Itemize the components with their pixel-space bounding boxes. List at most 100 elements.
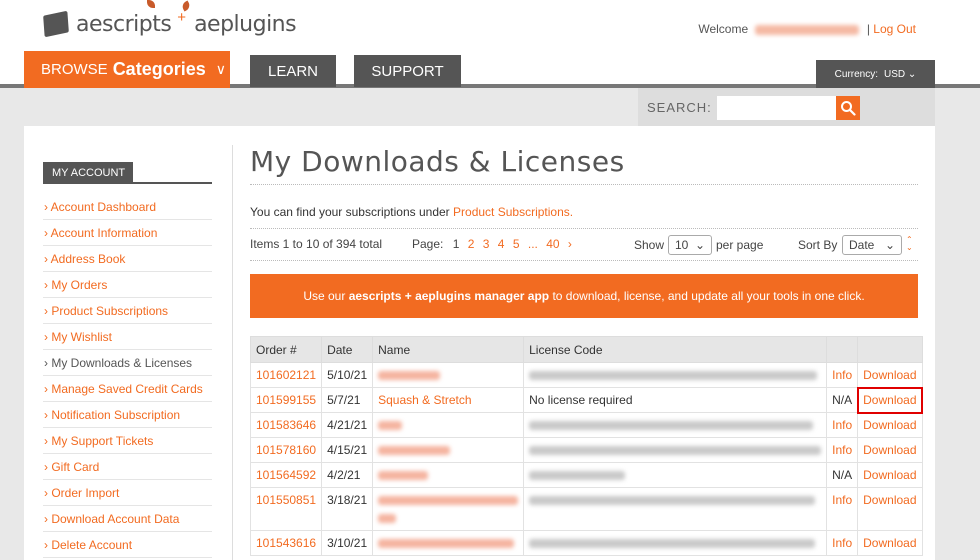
sidebar-item-my-orders[interactable]: › My Orders [43, 272, 212, 298]
per-page-select[interactable]: 10 ⌄ [668, 235, 712, 255]
sidebar-item-product-subscriptions[interactable]: › Product Subscriptions [43, 298, 212, 324]
chevron-down-icon: ∨ [215, 61, 226, 77]
sidebar-item-saved-credit-cards[interactable]: › Manage Saved Credit Cards [43, 376, 212, 402]
order-number-link[interactable]: 101550851 [249, 487, 323, 531]
sidebar-item-my-downloads[interactable]: › My Downloads & Licenses [43, 350, 212, 376]
product-name-link[interactable] [372, 530, 525, 556]
sort-direction-icon[interactable]: ⌃ ⌄ [906, 236, 913, 252]
download-link[interactable]: Download [857, 362, 923, 388]
page-link[interactable]: 40 [546, 237, 559, 251]
info-na: N/A [826, 462, 859, 488]
page-link[interactable]: 3 [483, 237, 490, 251]
banner-text-pre: Use our [303, 289, 346, 303]
chevron-down-icon: ⌄ [884, 238, 895, 252]
download-link[interactable]: Download [856, 386, 924, 414]
sidebar-item-delete-account[interactable]: › Delete Account [43, 532, 212, 558]
sidebar-item-support-tickets[interactable]: › My Support Tickets [43, 428, 212, 454]
manager-app-banner[interactable]: Use our aescripts + aeplugins manager ap… [250, 274, 918, 318]
redacted-product-name [378, 514, 397, 524]
logo-text-aescripts: aescripts [76, 11, 172, 37]
sidebar-item-my-wishlist[interactable]: › My Wishlist [43, 324, 212, 350]
page-link[interactable]: 5 [513, 237, 520, 251]
redacted-product-name [378, 421, 403, 431]
welcome-area: Welcome | Log Out [698, 22, 916, 36]
redacted-product-name [378, 496, 519, 506]
page-link[interactable]: 2 [468, 237, 475, 251]
browse-categories-button[interactable]: BROWSE Categories ∨ [24, 51, 230, 88]
chevron-down-icon: ⌄ [694, 238, 705, 252]
redacted-license-code [529, 471, 626, 481]
redacted-license-code [529, 446, 822, 456]
logout-link[interactable]: Log Out [873, 22, 916, 36]
order-date: 3/10/21 [321, 530, 374, 556]
sort-value: Date [849, 238, 875, 252]
table-row: 101543616 3/10/21 Info Download [249, 530, 923, 556]
order-number-link[interactable]: 101578160 [249, 437, 323, 463]
order-number-link[interactable]: 101602121 [249, 362, 323, 388]
product-name-link[interactable] [372, 462, 525, 488]
product-name-link[interactable]: Squash & Stretch [372, 387, 525, 413]
downloads-table: Order # Date Name License Code 101602121… [249, 336, 924, 556]
order-number-link[interactable]: 101599155 [249, 387, 323, 413]
order-number-link[interactable]: 101543616 [249, 530, 323, 556]
download-link[interactable]: Download [857, 487, 923, 531]
product-name-link[interactable] [372, 362, 525, 388]
table-header-row: Order # Date Name License Code [249, 336, 923, 363]
product-name-link[interactable] [372, 437, 525, 463]
product-name-link[interactable] [372, 412, 525, 438]
sidebar-item-download-account-data[interactable]: › Download Account Data [43, 506, 212, 532]
table-row: 101583646 4/21/21 Info Download [249, 412, 923, 438]
page-title: My Downloads & Licenses [250, 145, 625, 178]
page-ellipsis: ... [527, 237, 538, 251]
column-header-date: Date [321, 336, 374, 363]
sidebar-nav: › Account Dashboard › Account Informatio… [43, 194, 212, 558]
search-button[interactable] [836, 96, 860, 120]
sidebar-item-account-information[interactable]: › Account Information [43, 220, 212, 246]
sidebar-item-gift-card[interactable]: › Gift Card [43, 454, 212, 480]
tab-support[interactable]: SUPPORT [354, 55, 461, 87]
download-link[interactable]: Download [857, 462, 923, 488]
order-number-link[interactable]: 101564592 [249, 462, 323, 488]
banner-app-name: aescripts + aeplugins manager app [348, 289, 550, 303]
tab-learn[interactable]: LEARN [250, 55, 336, 87]
table-row: 101550851 3/18/21 Info Download [249, 487, 923, 531]
site-logo[interactable]: aescripts + aeplugins [43, 6, 297, 42]
info-link[interactable]: Info [826, 487, 859, 531]
table-row: 101578160 4/15/21 Info Download [249, 437, 923, 463]
info-link[interactable]: Info [826, 412, 859, 438]
page-next-icon[interactable]: › [568, 237, 572, 251]
sidebar-item-order-import[interactable]: › Order Import [43, 480, 212, 506]
sidebar-item-notification-subscription[interactable]: › Notification Subscription [43, 402, 212, 428]
info-link[interactable]: Info [826, 437, 859, 463]
download-link[interactable]: Download [857, 437, 923, 463]
items-summary: Items 1 to 10 of 394 total [250, 237, 383, 251]
info-link[interactable]: Info [826, 362, 859, 388]
search-input[interactable] [717, 96, 837, 120]
divider [250, 260, 918, 261]
redacted-license-code [529, 496, 816, 506]
table-row: 101564592 4/2/21 N/A Download [249, 462, 923, 488]
sidebar-item-account-dashboard[interactable]: › Account Dashboard [43, 194, 212, 220]
currency-selector[interactable]: Currency: USD ⌄ [816, 60, 935, 88]
info-link[interactable]: Info [826, 530, 859, 556]
show-label: Show [634, 238, 665, 252]
order-number-link[interactable]: 101583646 [249, 412, 323, 438]
product-subscriptions-link[interactable]: Product Subscriptions. [453, 205, 573, 219]
per-page-value: 10 [675, 238, 689, 252]
order-date: 5/7/21 [321, 387, 374, 413]
sidebar-item-address-book[interactable]: › Address Book [43, 246, 212, 272]
browse-prefix: BROWSE [41, 61, 108, 78]
download-link[interactable]: Download [857, 530, 923, 556]
license-code [523, 437, 828, 463]
sort-select[interactable]: Date ⌄ [842, 235, 902, 255]
license-code [523, 462, 828, 488]
download-link[interactable]: Download [857, 412, 923, 438]
order-date: 5/10/21 [321, 362, 374, 388]
divider [250, 184, 918, 185]
page-link[interactable]: 4 [498, 237, 505, 251]
welcome-separator: | [866, 22, 870, 36]
column-header-name: Name [372, 336, 525, 363]
product-name-link[interactable] [372, 487, 525, 531]
license-code [523, 362, 828, 388]
order-date: 4/15/21 [321, 437, 374, 463]
